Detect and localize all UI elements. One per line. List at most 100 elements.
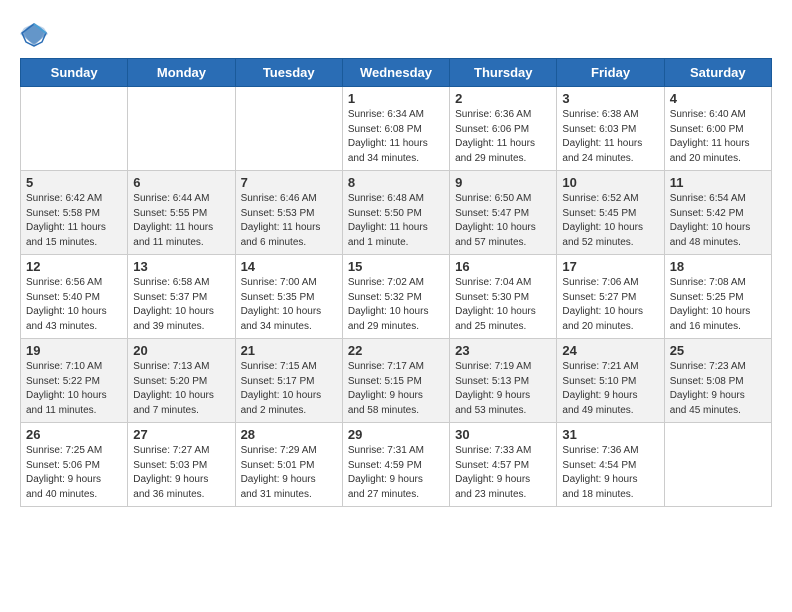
calendar-cell: 9Sunrise: 6:50 AM Sunset: 5:47 PM Daylig… — [450, 171, 557, 255]
cell-date: 4 — [670, 91, 766, 106]
cell-date: 13 — [133, 259, 229, 274]
calendar-cell: 15 Sunrise: 7:02 AM Sunset: 5:32 PM Dayli… — [342, 255, 449, 339]
cell-info: Sunrise: 7:02 AM Sunset: 5:32 PM Dayligh… — [348, 276, 444, 334]
cell-info: Sunrise: 7:19 AM Sunset: 5:13 PM Dayligh… — [455, 360, 551, 418]
calendar-cell: 7Sunrise: 6:46 AM Sunset: 5:53 PM Daylig… — [235, 171, 342, 255]
calendar-cell — [128, 87, 235, 171]
week-row-4: 19 Sunrise: 7:10 AM Sunset: 5:22 PM Dayli… — [21, 339, 772, 423]
calendar-cell: 31 Sunrise: 7:36 AM Sunset: 4:54 PM Dayli… — [557, 423, 664, 507]
week-row-1: 1 Sunrise: 6:34 AM Sunset: 6:08 PM Daylig… — [21, 87, 772, 171]
calendar-cell: 20 Sunrise: 7:13 AM Sunset: 5:20 PM Dayli… — [128, 339, 235, 423]
cell-info: Sunrise: 7:10 AM Sunset: 5:22 PM Dayligh… — [26, 360, 122, 418]
cell-date: 19 — [26, 343, 122, 358]
cell-date: 16 — [455, 259, 551, 274]
calendar-cell: 6 Sunrise: 6:44 AM Sunset: 5:55 PM Daylig… — [128, 171, 235, 255]
calendar-cell: 26Sunrise: 7:25 AM Sunset: 5:06 PM Dayli… — [21, 423, 128, 507]
calendar-cell: 8Sunrise: 6:48 AM Sunset: 5:50 PM Daylig… — [342, 171, 449, 255]
cell-date: 20 — [133, 343, 229, 358]
cell-date: 8 — [348, 175, 444, 190]
cell-info: Sunrise: 6:44 AM Sunset: 5:55 PM Dayligh… — [133, 192, 229, 250]
cell-info: Sunrise: 6:38 AM Sunset: 6:03 PM Dayligh… — [562, 108, 658, 166]
calendar-cell: 1 Sunrise: 6:34 AM Sunset: 6:08 PM Daylig… — [342, 87, 449, 171]
day-header-thursday: Thursday — [450, 59, 557, 87]
cell-info: Sunrise: 6:34 AM Sunset: 6:08 PM Dayligh… — [348, 108, 444, 166]
calendar-cell: 4 Sunrise: 6:40 AM Sunset: 6:00 PM Daylig… — [664, 87, 771, 171]
cell-info: Sunrise: 6:40 AM Sunset: 6:00 PM Dayligh… — [670, 108, 766, 166]
cell-date: 30 — [455, 427, 551, 442]
calendar-cell: 19 Sunrise: 7:10 AM Sunset: 5:22 PM Dayli… — [21, 339, 128, 423]
calendar-cell — [664, 423, 771, 507]
calendar-cell: 5Sunrise: 6:42 AM Sunset: 5:58 PM Daylig… — [21, 171, 128, 255]
cell-info: Sunrise: 7:13 AM Sunset: 5:20 PM Dayligh… — [133, 360, 229, 418]
calendar-cell: 14Sunrise: 7:00 AM Sunset: 5:35 PM Dayli… — [235, 255, 342, 339]
cell-date: 26 — [26, 427, 122, 442]
cell-date: 22 — [348, 343, 444, 358]
calendar-cell: 28Sunrise: 7:29 AM Sunset: 5:01 PM Dayli… — [235, 423, 342, 507]
cell-date: 17 — [562, 259, 658, 274]
cell-info: Sunrise: 6:58 AM Sunset: 5:37 PM Dayligh… — [133, 276, 229, 334]
calendar-table: SundayMondayTuesdayWednesdayThursdayFrid… — [20, 58, 772, 507]
cell-date: 12 — [26, 259, 122, 274]
cell-date: 24 — [562, 343, 658, 358]
page-header — [20, 20, 772, 48]
cell-info: Sunrise: 7:06 AM Sunset: 5:27 PM Dayligh… — [562, 276, 658, 334]
cell-info: Sunrise: 7:04 AM Sunset: 5:30 PM Dayligh… — [455, 276, 551, 334]
cell-date: 29 — [348, 427, 444, 442]
calendar-cell: 2Sunrise: 6:36 AM Sunset: 6:06 PM Daylig… — [450, 87, 557, 171]
cell-date: 31 — [562, 427, 658, 442]
cell-date: 14 — [241, 259, 337, 274]
cell-info: Sunrise: 7:15 AM Sunset: 5:17 PM Dayligh… — [241, 360, 337, 418]
day-header-monday: Monday — [128, 59, 235, 87]
day-header-sunday: Sunday — [21, 59, 128, 87]
cell-date: 18 — [670, 259, 766, 274]
calendar-cell: 12 Sunrise: 6:56 AM Sunset: 5:40 PM Dayli… — [21, 255, 128, 339]
cell-date: 15 — [348, 259, 444, 274]
cell-info: Sunrise: 6:46 AM Sunset: 5:53 PM Dayligh… — [241, 192, 337, 250]
calendar-cell: 30 Sunrise: 7:33 AM Sunset: 4:57 PM Dayli… — [450, 423, 557, 507]
week-row-2: 5Sunrise: 6:42 AM Sunset: 5:58 PM Daylig… — [21, 171, 772, 255]
cell-date: 28 — [241, 427, 337, 442]
cell-info: Sunrise: 6:52 AM Sunset: 5:45 PM Dayligh… — [562, 192, 658, 250]
cell-date: 27 — [133, 427, 229, 442]
cell-date: 5 — [26, 175, 122, 190]
calendar-cell: 10 Sunrise: 6:52 AM Sunset: 5:45 PM Dayli… — [557, 171, 664, 255]
cell-info: Sunrise: 7:17 AM Sunset: 5:15 PM Dayligh… — [348, 360, 444, 418]
cell-info: Sunrise: 6:56 AM Sunset: 5:40 PM Dayligh… — [26, 276, 122, 334]
cell-date: 6 — [133, 175, 229, 190]
calendar-cell: 18 Sunrise: 7:08 AM Sunset: 5:25 PM Dayli… — [664, 255, 771, 339]
cell-info: Sunrise: 6:36 AM Sunset: 6:06 PM Dayligh… — [455, 108, 551, 166]
day-header-friday: Friday — [557, 59, 664, 87]
logo-icon — [20, 20, 48, 48]
calendar-cell: 17 Sunrise: 7:06 AM Sunset: 5:27 PM Dayli… — [557, 255, 664, 339]
calendar-cell: 24 Sunrise: 7:21 AM Sunset: 5:10 PM Dayli… — [557, 339, 664, 423]
calendar-cell — [21, 87, 128, 171]
calendar-cell: 25 Sunrise: 7:23 AM Sunset: 5:08 PM Dayli… — [664, 339, 771, 423]
logo — [20, 20, 52, 48]
cell-date: 25 — [670, 343, 766, 358]
calendar-cell: 16 Sunrise: 7:04 AM Sunset: 5:30 PM Dayli… — [450, 255, 557, 339]
cell-date: 3 — [562, 91, 658, 106]
cell-date: 10 — [562, 175, 658, 190]
cell-date: 9 — [455, 175, 551, 190]
cell-info: Sunrise: 7:21 AM Sunset: 5:10 PM Dayligh… — [562, 360, 658, 418]
calendar-cell: 22 Sunrise: 7:17 AM Sunset: 5:15 PM Dayli… — [342, 339, 449, 423]
cell-info: Sunrise: 7:33 AM Sunset: 4:57 PM Dayligh… — [455, 444, 551, 502]
cell-info: Sunrise: 7:08 AM Sunset: 5:25 PM Dayligh… — [670, 276, 766, 334]
day-header-tuesday: Tuesday — [235, 59, 342, 87]
cell-info: Sunrise: 7:27 AM Sunset: 5:03 PM Dayligh… — [133, 444, 229, 502]
cell-date: 1 — [348, 91, 444, 106]
calendar-cell: 29 Sunrise: 7:31 AM Sunset: 4:59 PM Dayli… — [342, 423, 449, 507]
day-headers-row: SundayMondayTuesdayWednesdayThursdayFrid… — [21, 59, 772, 87]
cell-info: Sunrise: 7:36 AM Sunset: 4:54 PM Dayligh… — [562, 444, 658, 502]
week-row-3: 12 Sunrise: 6:56 AM Sunset: 5:40 PM Dayli… — [21, 255, 772, 339]
day-header-saturday: Saturday — [664, 59, 771, 87]
calendar-cell: 27 Sunrise: 7:27 AM Sunset: 5:03 PM Dayli… — [128, 423, 235, 507]
cell-info: Sunrise: 6:54 AM Sunset: 5:42 PM Dayligh… — [670, 192, 766, 250]
calendar-cell: 21Sunrise: 7:15 AM Sunset: 5:17 PM Dayli… — [235, 339, 342, 423]
calendar-cell: 13 Sunrise: 6:58 AM Sunset: 5:37 PM Dayli… — [128, 255, 235, 339]
cell-info: Sunrise: 7:31 AM Sunset: 4:59 PM Dayligh… — [348, 444, 444, 502]
calendar-cell: 3 Sunrise: 6:38 AM Sunset: 6:03 PM Daylig… — [557, 87, 664, 171]
cell-info: Sunrise: 7:23 AM Sunset: 5:08 PM Dayligh… — [670, 360, 766, 418]
day-header-wednesday: Wednesday — [342, 59, 449, 87]
calendar-cell: 11Sunrise: 6:54 AM Sunset: 5:42 PM Dayli… — [664, 171, 771, 255]
